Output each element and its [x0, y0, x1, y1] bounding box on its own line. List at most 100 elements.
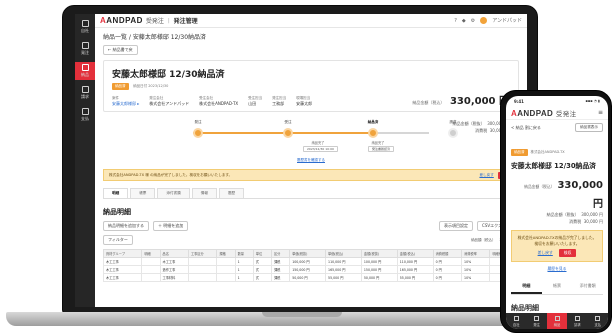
- project-link[interactable]: 安藤太郎様邸 ▸: [112, 101, 139, 107]
- sidebar-item-order[interactable]: 発注: [75, 40, 95, 58]
- tab-forms[interactable]: 帳票: [130, 188, 156, 198]
- tab-details[interactable]: 明細: [103, 188, 129, 198]
- breadcrumb: 納品一覧 / 安藤太郎様邸 12/30納品済: [103, 34, 207, 41]
- step-label-invoice: 請求: [449, 120, 457, 124]
- settings-icon[interactable]: ⚙: [471, 18, 475, 24]
- sidebar-item-delivery[interactable]: 納品: [75, 62, 95, 80]
- andpad-logo[interactable]: AANDPAD: [100, 16, 143, 25]
- nav-item-order[interactable]: 発注: [526, 313, 546, 329]
- help-icon[interactable]: ?: [454, 18, 457, 24]
- menu-icon[interactable]: ≡: [598, 109, 603, 116]
- meta-receive-person: 受注担当 山田: [248, 96, 263, 106]
- building-icon: [81, 20, 89, 27]
- page-title: 安藤太郎様邸 12/30納品済: [511, 162, 596, 170]
- meta-receive-company: 受注会社 株式会社ANDPAD-TX: [199, 96, 239, 106]
- table-header-row: 資材グループ 明細 品名 工事区分 規格 数量 単位 区分 単価(税抜) 単価(…: [102, 249, 519, 258]
- laptop-frame: 自社 発注 納品 請求 支払 AANDPAD 受発注 | 発注管理 ? ◆ ⚙ …: [62, 5, 538, 314]
- phone-bottom-nav: 自社 発注 納品 請求 支払: [506, 313, 608, 329]
- phone-subheader: < 納品 割に戻る 納品書表示: [506, 120, 608, 135]
- add-row-button[interactable]: ＋ 明細を追加: [153, 221, 189, 231]
- section-title: 納品明細: [511, 304, 539, 312]
- top-header: AANDPAD 受発注 | 発注管理 ? ◆ ⚙ アンドパッド: [95, 14, 527, 28]
- history-link[interactable]: 履歴を見る: [511, 266, 603, 272]
- tab-attachments[interactable]: 添付書類: [572, 280, 603, 294]
- sidebar-item-payment[interactable]: 支払: [75, 106, 95, 124]
- truck-icon: [554, 315, 560, 321]
- step-dot-invoice: [448, 128, 458, 138]
- nav-item-invoice[interactable]: 請求: [567, 313, 587, 329]
- filter-button[interactable]: フィルター: [103, 235, 133, 245]
- meta-project: 案件 安藤太郎様邸 ▸: [112, 96, 140, 107]
- page-name: 発注管理: [173, 18, 198, 25]
- back-link[interactable]: < 納品 割に戻る: [511, 125, 541, 131]
- building-icon: [513, 315, 519, 321]
- status-badge: 納品済: [112, 83, 129, 90]
- module-name: 受発注: [145, 18, 164, 25]
- inspect-button[interactable]: 検収: [558, 249, 577, 257]
- document-icon: [534, 315, 540, 321]
- delivery-date-box: 2023/12/30 10:00: [303, 146, 338, 152]
- status-progress: 発注 受注 納品済 請求 納品完了 2023/12/30 10:00 納品完了 …: [123, 118, 499, 156]
- phone-frame: 9:41 ▪▪▪ ◔ ▮ AANDPAD 受発注 ≡ < 納品 割に戻る 納品書…: [500, 90, 612, 333]
- total-label: 納品額（税込）: [471, 237, 496, 242]
- phone-body: 納品済 株式会社ANDPAD-TX 安藤太郎様邸 12/30納品済 納品金額（税込…: [511, 149, 603, 312]
- column-settings-button[interactable]: 表示項目設定: [439, 221, 474, 231]
- step-label-receive: 受注: [284, 120, 292, 124]
- inspection-notice: 株式会社ANDPAD-TXの納品が完了しました。検収をお願いいたします。 差し戻…: [511, 230, 603, 262]
- history-link[interactable]: 履歴書を確認する: [103, 158, 519, 163]
- nav-item-company[interactable]: 自社: [506, 313, 526, 329]
- tab-details[interactable]: 明細: [511, 280, 542, 294]
- meta-order-person: 発注担当 工務部: [272, 96, 287, 106]
- tab-history[interactable]: 履歴: [218, 188, 245, 198]
- table-toolbar: 納品明細を追加する ＋ 明細を追加 表示項目設定 CSVエクスポート: [103, 221, 519, 231]
- send-back-link[interactable]: 差し戻す: [479, 173, 493, 178]
- table-row[interactable]: 木工工事 造作工事 1 式課税 150,000 円 165,000 円 150,000 円1…: [102, 265, 519, 274]
- table-row[interactable]: 木工工事 工事材料 1 式課税 50,000 円 55,000 円 50,000 円 55,0…: [102, 273, 519, 282]
- step-label-delivered: 納品済: [367, 120, 379, 124]
- avatar[interactable]: [480, 17, 488, 24]
- step-dot-receive: [283, 128, 293, 138]
- nav-item-payment[interactable]: 支払: [588, 313, 608, 329]
- sidebar: 自社 発注 納品 請求 支払: [75, 14, 95, 307]
- delivery-doc-button[interactable]: 納品書表示: [575, 123, 603, 132]
- invoice-icon: [81, 86, 89, 93]
- tab-attachments[interactable]: 添付書類: [157, 188, 190, 198]
- phone-header: AANDPAD 受発注 ≡: [506, 106, 608, 120]
- tab-forms[interactable]: 帳票: [542, 280, 573, 294]
- nav-item-delivery[interactable]: 納品: [546, 313, 568, 329]
- andpad-logo[interactable]: AANDPAD 受発注: [511, 108, 577, 118]
- step-dot-delivered: [368, 128, 378, 138]
- table-row[interactable]: 木工工事 木工工事 1 式課税 100,000 円 110,000 円 100,000 円1…: [102, 257, 519, 266]
- add-detail-button[interactable]: 納品明細を追加する: [103, 221, 149, 231]
- sidebar-item-invoice[interactable]: 請求: [75, 84, 95, 102]
- inspection-notice: 株式会社ANDPAD-TX 様 の納品が完了しました。検収をお願いいたします。 …: [103, 169, 519, 181]
- main-content: 納品一覧 / 安藤太郎様邸 12/30納品済 ← 納品書で戻 安藤太郎様邸 12…: [95, 28, 527, 307]
- order-confirmed-box: 発注書確認済: [368, 146, 395, 152]
- back-to-list-button[interactable]: ← 納品書で戻: [103, 45, 138, 55]
- bell-icon[interactable]: ◆: [462, 18, 466, 24]
- tab-info[interactable]: 情報: [191, 188, 217, 198]
- document-icon: [81, 42, 89, 49]
- status-time: 9:41: [514, 98, 524, 104]
- send-back-link[interactable]: 差し戻す: [538, 250, 553, 256]
- yen-icon: [595, 315, 601, 321]
- delivery-date: 納品日付 2023/12/30: [133, 84, 169, 88]
- delivery-detail-table: 資材グループ 明細 品名 工事区分 規格 数量 単位 区分 単価(税抜) 単価(…: [102, 249, 519, 282]
- laptop-screen: 自社 発注 納品 請求 支払 AANDPAD 受発注 | 発注管理 ? ◆ ⚙ …: [75, 14, 527, 307]
- page-title: 安藤太郎様邸 12/30納品済: [112, 70, 225, 80]
- meta-order-company: 発注会社 株式会社アンドパッド: [149, 96, 190, 106]
- status-icons: ▪▪▪ ◔ ▮: [585, 99, 600, 103]
- section-title: 納品明細: [103, 208, 131, 216]
- device-mockup-scene: 自社 発注 納品 請求 支払 AANDPAD 受発注 | 発注管理 ? ◆ ⚙ …: [0, 0, 615, 334]
- user-name[interactable]: アンドパッド: [492, 17, 522, 24]
- truck-icon: [81, 64, 89, 71]
- detail-tabs: 明細 帳票 添付書類 情報 履歴: [103, 188, 519, 199]
- laptop-notch: [262, 312, 342, 317]
- step-label-order: 発注: [194, 120, 202, 124]
- phone-tabs: 明細 帳票 添付書類: [511, 280, 603, 295]
- meta-site-person: 現場担当 安藤太郎: [296, 96, 313, 106]
- sidebar-item-company[interactable]: 自社: [75, 18, 95, 36]
- phone-status-bar: 9:41 ▪▪▪ ◔ ▮: [506, 96, 608, 106]
- status-badge: 納品済: [511, 149, 528, 156]
- total-amount: 330,000 円: [557, 180, 603, 210]
